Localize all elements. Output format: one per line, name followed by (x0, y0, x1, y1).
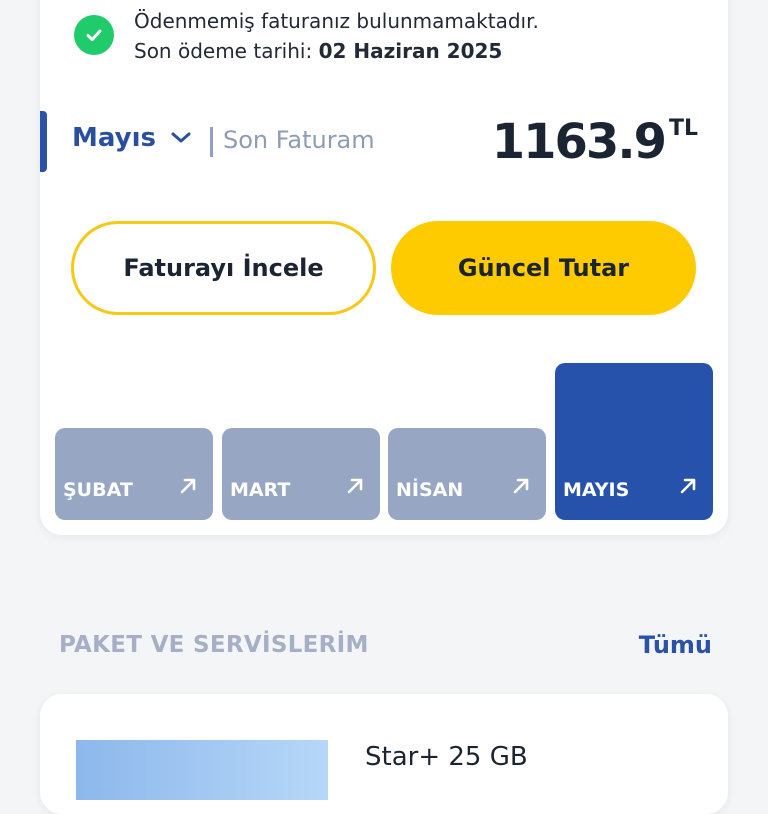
month-tile-mart[interactable]: MART (222, 428, 380, 520)
review-bill-button[interactable]: Faturayı İncele (71, 221, 376, 315)
month-tile-label: ŞUBAT (63, 479, 133, 501)
payment-notice: Ödenmemiş faturanız bulunmamaktadır. Son… (74, 6, 539, 66)
month-tile-mayis[interactable]: MAYIS (555, 363, 713, 520)
bill-card: Ödenmemiş faturanız bulunmamaktadır. Son… (40, 0, 728, 535)
no-unpaid-bill-text: Ödenmemiş faturanız bulunmamaktadır. (134, 9, 539, 33)
bill-amount-value: 1163.9 (491, 114, 667, 170)
current-amount-button[interactable]: Güncel Tutar (391, 221, 696, 315)
month-tile-nisan[interactable]: NİSAN (388, 428, 546, 520)
packages-section-title: PAKET VE SERVİSLERİM (59, 632, 369, 658)
month-selector[interactable]: Mayıs (72, 123, 192, 153)
due-date-label: Son ödeme tarihi: (134, 39, 319, 63)
package-image (76, 740, 328, 800)
due-date-line: Son ödeme tarihi: 02 Haziran 2025 (134, 36, 539, 66)
accent-bar (40, 111, 47, 172)
chevron-down-icon (170, 130, 192, 149)
month-tile-label: MART (230, 479, 291, 501)
arrow-up-right-icon (512, 477, 530, 499)
see-all-link[interactable]: Tümü (639, 631, 712, 659)
package-card[interactable]: Star+ 25 GB (40, 694, 728, 814)
month-tile-label: NİSAN (396, 479, 464, 501)
bill-amount: 1163.9 TL (492, 114, 698, 170)
month-tile-label: MAYIS (563, 479, 630, 501)
arrow-up-right-icon (179, 477, 197, 499)
arrow-up-right-icon (679, 477, 697, 499)
divider (210, 127, 213, 157)
arrow-up-right-icon (346, 477, 364, 499)
selected-month-label: Mayıs (72, 123, 156, 153)
due-date-value: 02 Haziran 2025 (318, 39, 503, 63)
last-bill-label: Son Faturam (223, 126, 375, 154)
check-icon (74, 15, 114, 55)
month-tile-subat[interactable]: ŞUBAT (55, 428, 213, 520)
currency-label: TL (668, 116, 698, 141)
notice-text: Ödenmemiş faturanız bulunmamaktadır. Son… (134, 6, 539, 66)
